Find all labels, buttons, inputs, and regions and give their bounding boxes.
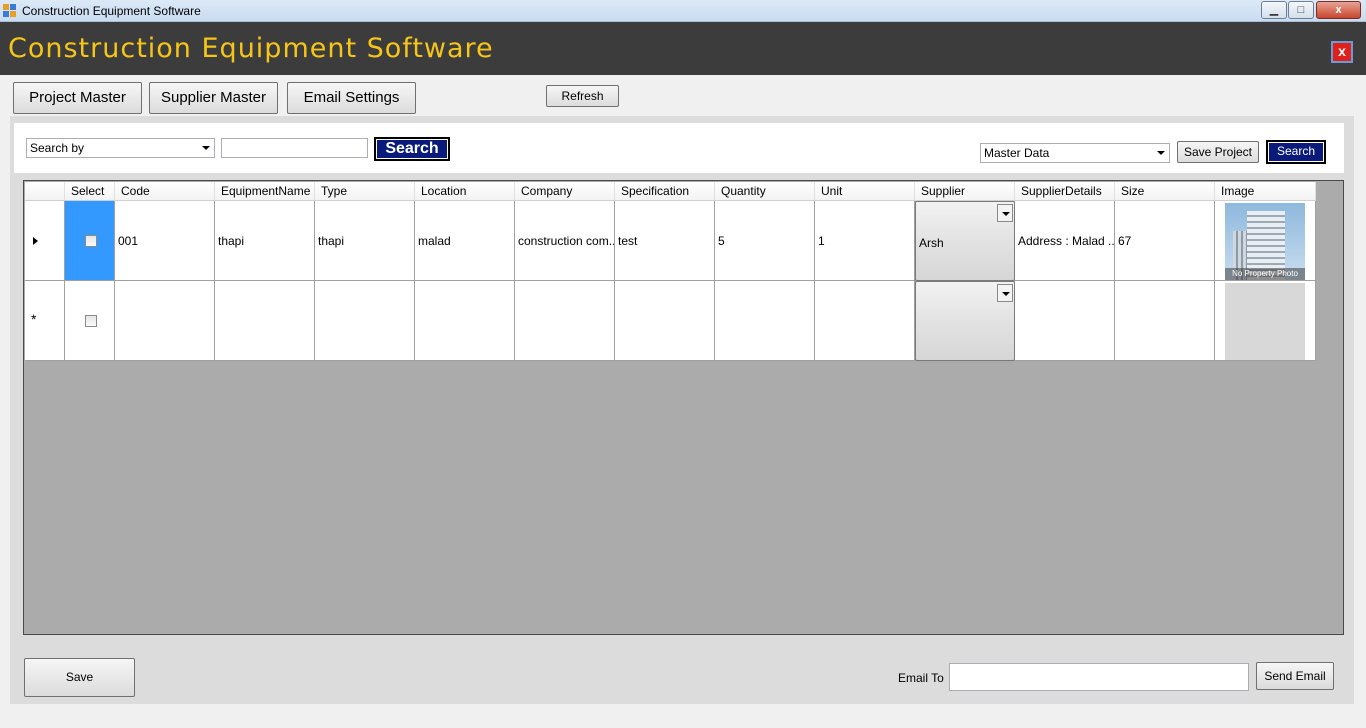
col-header-unit[interactable]: Unit [815,182,915,201]
company-cell[interactable]: construction com... [515,201,615,281]
save-project-button[interactable]: Save Project [1177,141,1259,163]
supplier-dropdown[interactable]: Arsh [915,201,1015,281]
photo-caption: No Property Photo [1225,268,1305,280]
location-cell[interactable]: malad [415,201,515,281]
supplier-value: Arsh [919,236,944,250]
quantity-cell[interactable] [715,281,815,361]
image-placeholder [1225,283,1305,360]
equipment-name-cell[interactable]: thapi [215,201,315,281]
col-header-image[interactable]: Image [1215,182,1316,201]
row-header[interactable] [25,201,65,281]
col-header-company[interactable]: Company [515,182,615,201]
search-input[interactable] [221,138,368,158]
email-to-input[interactable] [949,663,1249,691]
col-header-specification[interactable]: Specification [615,182,715,201]
bottom-strip [0,716,1366,728]
col-header-quantity[interactable]: Quantity [715,182,815,201]
col-header-equipment-name[interactable]: EquipmentName [215,182,315,201]
search-by-select[interactable]: Search by [26,138,215,158]
app-close-button[interactable]: x [1331,41,1353,63]
location-cell[interactable] [415,281,515,361]
select-checkbox[interactable] [85,235,97,247]
tab-project-master[interactable]: Project Master [13,82,142,114]
col-header-size[interactable]: Size [1115,182,1215,201]
table-row[interactable]: 001 thapi thapi malad construction com..… [25,201,1316,281]
refresh-button[interactable]: Refresh [546,85,619,107]
image-cell[interactable] [1215,281,1316,361]
row-header-corner [25,182,65,201]
maximize-button[interactable]: □ [1288,1,1314,19]
specification-cell[interactable] [615,281,715,361]
master-data-value: Master Data [984,146,1050,160]
master-search-button[interactable]: Search [1266,140,1326,164]
window-title-bar: Construction Equipment Software ▁ □ x [0,0,1366,22]
tab-supplier-master[interactable]: Supplier Master [149,82,278,114]
window-title: Construction Equipment Software [22,4,201,18]
app-title: Construction Equipment Software [8,33,494,64]
search-button[interactable]: Search [374,137,450,161]
grid-header: Select Code EquipmentName Type Location … [25,182,1316,201]
send-email-button[interactable]: Send Email [1256,662,1334,690]
select-checkbox[interactable] [85,315,97,327]
equipment-name-cell[interactable] [215,281,315,361]
row-header[interactable]: * [25,281,65,361]
col-header-location[interactable]: Location [415,182,515,201]
specification-cell[interactable]: test [615,201,715,281]
select-cell[interactable] [65,201,115,281]
supplier-dropdown[interactable] [915,281,1015,361]
image-cell[interactable]: No Property Photo [1215,201,1316,281]
supplier-details-cell[interactable]: Address : Malad ... [1015,201,1115,281]
unit-cell[interactable] [815,281,915,361]
supplier-details-cell[interactable] [1015,281,1115,361]
app-header: Construction Equipment Software x [0,22,1366,75]
save-button[interactable]: Save [24,658,135,697]
type-cell[interactable]: thapi [315,201,415,281]
current-row-icon [33,237,38,245]
type-cell[interactable] [315,281,415,361]
master-data-select[interactable]: Master Data [980,143,1170,163]
col-header-supplier-details[interactable]: SupplierDetails [1015,182,1115,201]
email-to-label: Email To [898,671,944,685]
code-cell[interactable] [115,281,215,361]
size-cell[interactable] [1115,281,1215,361]
data-grid: Select Code EquipmentName Type Location … [23,180,1344,635]
col-header-code[interactable]: Code [115,182,215,201]
new-table-row[interactable]: * [25,281,1316,361]
unit-cell[interactable]: 1 [815,201,915,281]
col-header-select[interactable]: Select [65,182,115,201]
window-close-button[interactable]: x [1316,1,1361,19]
size-cell[interactable]: 67 [1115,201,1215,281]
select-cell[interactable] [65,281,115,361]
app-icon [3,4,17,18]
chevron-down-icon [1157,151,1165,155]
col-header-type[interactable]: Type [315,182,415,201]
chevron-down-icon[interactable] [997,284,1013,302]
quantity-cell[interactable]: 5 [715,201,815,281]
new-row-icon: * [31,311,37,327]
property-photo: No Property Photo [1225,203,1305,280]
chevron-down-icon[interactable] [997,204,1013,222]
tab-email-settings[interactable]: Email Settings [287,82,416,114]
code-cell[interactable]: 001 [115,201,215,281]
chevron-down-icon [202,146,210,150]
company-cell[interactable] [515,281,615,361]
minimize-button[interactable]: ▁ [1261,1,1287,19]
col-header-supplier[interactable]: Supplier [915,182,1015,201]
search-by-value: Search by [30,141,85,155]
